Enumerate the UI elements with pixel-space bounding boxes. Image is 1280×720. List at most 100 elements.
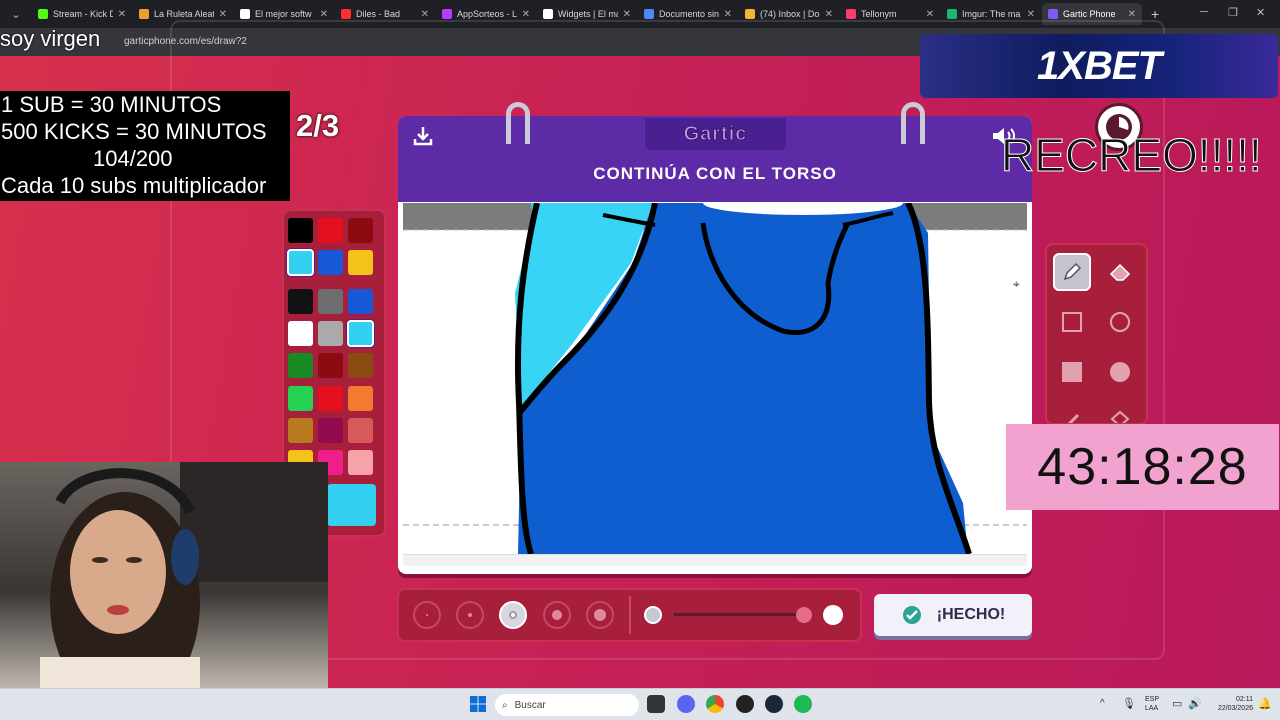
divider	[629, 596, 631, 634]
color-swatch[interactable]	[318, 353, 343, 378]
color-swatch[interactable]	[318, 250, 343, 275]
line-icon[interactable]	[1053, 401, 1091, 423]
circle-outline-icon[interactable]	[1101, 303, 1139, 341]
color-swatch[interactable]	[287, 249, 314, 276]
tab-favicon-icon	[1048, 9, 1058, 19]
color-swatch[interactable]	[318, 289, 343, 314]
color-swatch[interactable]	[318, 218, 343, 243]
opacity-low-icon	[644, 606, 662, 624]
discord-icon[interactable]	[677, 695, 695, 713]
color-swatch[interactable]	[288, 321, 313, 346]
volume-tray-icon[interactable]: 🔊	[1188, 697, 1202, 710]
sponsor-logo-text: 1XBET	[1037, 43, 1162, 88]
color-swatch[interactable]	[318, 418, 343, 443]
opacity-slider[interactable]	[674, 613, 802, 616]
done-button[interactable]: ¡HECHO!	[874, 594, 1032, 636]
tab-favicon-icon	[38, 9, 48, 19]
search-placeholder: Buscar	[514, 699, 546, 711]
tab-close-icon[interactable]: ✕	[1128, 9, 1136, 20]
minimize-icon[interactable]: ─	[1200, 6, 1208, 18]
color-swatch[interactable]	[348, 386, 373, 411]
color-swatch[interactable]	[288, 353, 313, 378]
close-window-icon[interactable]: ✕	[1256, 6, 1265, 19]
task-view-icon[interactable]	[647, 695, 665, 713]
windows-start-icon[interactable]	[470, 696, 486, 712]
tab-label: La Ruleta Aleat	[154, 9, 214, 19]
language-indicator[interactable]: ESP LAA	[1145, 695, 1159, 713]
browser-tab[interactable]: Stream - Kick D ✕	[32, 3, 132, 25]
chrome-icon[interactable]	[706, 695, 724, 713]
sponsor-banner: 1XBET	[920, 34, 1278, 98]
notification-bell-icon[interactable]: 🔔	[1258, 697, 1272, 710]
tab-close-icon[interactable]: ✕	[1027, 9, 1035, 20]
binder-ring	[901, 102, 925, 144]
tab-favicon-icon	[644, 9, 654, 19]
binder-ring	[506, 102, 530, 144]
tab-close-icon[interactable]: ✕	[219, 9, 227, 20]
taskbar-search[interactable]: ⌕ Buscar	[495, 694, 639, 716]
tab-label: Diles - Bad	[356, 9, 401, 19]
tab-close-icon[interactable]: ✕	[522, 9, 530, 20]
rectangle-outline-icon[interactable]	[1053, 303, 1091, 341]
tab-close-icon[interactable]: ✕	[320, 9, 328, 20]
tab-close-icon[interactable]: ✕	[421, 9, 429, 20]
tab-label: Tellonym	[861, 9, 897, 19]
color-swatch[interactable]	[288, 386, 313, 411]
color-swatch[interactable]	[348, 250, 373, 275]
color-swatch[interactable]	[318, 386, 343, 411]
round-counter: 2/3	[296, 108, 340, 143]
download-icon[interactable]	[411, 124, 435, 153]
tab-close-icon[interactable]: ✕	[926, 9, 934, 20]
drawing-canvas[interactable]	[403, 203, 1027, 554]
tab-label: El mejor softw	[255, 9, 312, 19]
color-swatch[interactable]	[348, 289, 373, 314]
network-icon[interactable]: ▭	[1172, 697, 1182, 710]
opacity-slider-handle[interactable]	[796, 607, 812, 623]
color-swatch[interactable]	[348, 353, 373, 378]
color-swatch[interactable]	[348, 450, 373, 475]
tab-favicon-icon	[543, 9, 553, 19]
brush-size-3-button[interactable]	[499, 601, 527, 629]
pencil-icon[interactable]	[1053, 253, 1091, 291]
color-swatch[interactable]	[348, 218, 373, 243]
tab-close-icon[interactable]: ✕	[118, 9, 126, 20]
tab-close-icon[interactable]: ✕	[825, 9, 833, 20]
tab-label: Stream - Kick D	[53, 9, 113, 19]
fill-bucket-icon[interactable]	[1101, 401, 1139, 423]
steam-icon[interactable]	[765, 695, 783, 713]
brush-size-2-button[interactable]	[456, 601, 484, 629]
brush-dot-icon	[594, 609, 606, 621]
brush-dot-icon	[509, 611, 517, 619]
clock[interactable]: 02:11 22/03/2026	[1205, 695, 1253, 713]
keyboard-layout: LAA	[1145, 705, 1159, 712]
tab-close-icon[interactable]: ✕	[724, 9, 732, 20]
clock-time: 02:11	[1236, 696, 1253, 703]
color-swatch[interactable]	[318, 321, 343, 346]
maximize-icon[interactable]: ❐	[1228, 6, 1238, 19]
tab-favicon-icon	[341, 9, 351, 19]
tab-list-chevron-icon[interactable]: ⌄	[4, 4, 28, 24]
crosshair-cursor-icon: ⌖	[1013, 277, 1020, 291]
logo-plate: Gartic	[645, 118, 786, 150]
tab-close-icon[interactable]: ✕	[623, 9, 631, 20]
color-swatch[interactable]	[348, 418, 373, 443]
info-line: 104/200	[93, 146, 173, 171]
circle-fill-icon[interactable]	[1101, 353, 1139, 391]
brush-size-4-button[interactable]	[543, 601, 571, 629]
rectangle-fill-icon[interactable]	[1053, 353, 1091, 391]
brush-size-1-button[interactable]	[413, 601, 441, 629]
info-line: Cada 10 subs multiplicador	[1, 173, 267, 198]
color-swatch[interactable]	[347, 320, 374, 347]
tray-chevron-icon[interactable]: ^	[1100, 698, 1105, 709]
color-swatch[interactable]	[288, 218, 313, 243]
color-swatch[interactable]	[288, 418, 313, 443]
eraser-icon[interactable]	[1101, 253, 1139, 291]
brush-size-5-button[interactable]	[586, 601, 614, 629]
color-swatch[interactable]	[288, 289, 313, 314]
info-line: 1 SUB = 30 MINUTOS	[1, 92, 222, 117]
obs-icon[interactable]	[736, 695, 754, 713]
tab-favicon-icon	[240, 9, 250, 19]
microphone-icon[interactable]: 🎙	[1122, 697, 1136, 710]
spotify-icon[interactable]	[794, 695, 812, 713]
tab-favicon-icon	[745, 9, 755, 19]
